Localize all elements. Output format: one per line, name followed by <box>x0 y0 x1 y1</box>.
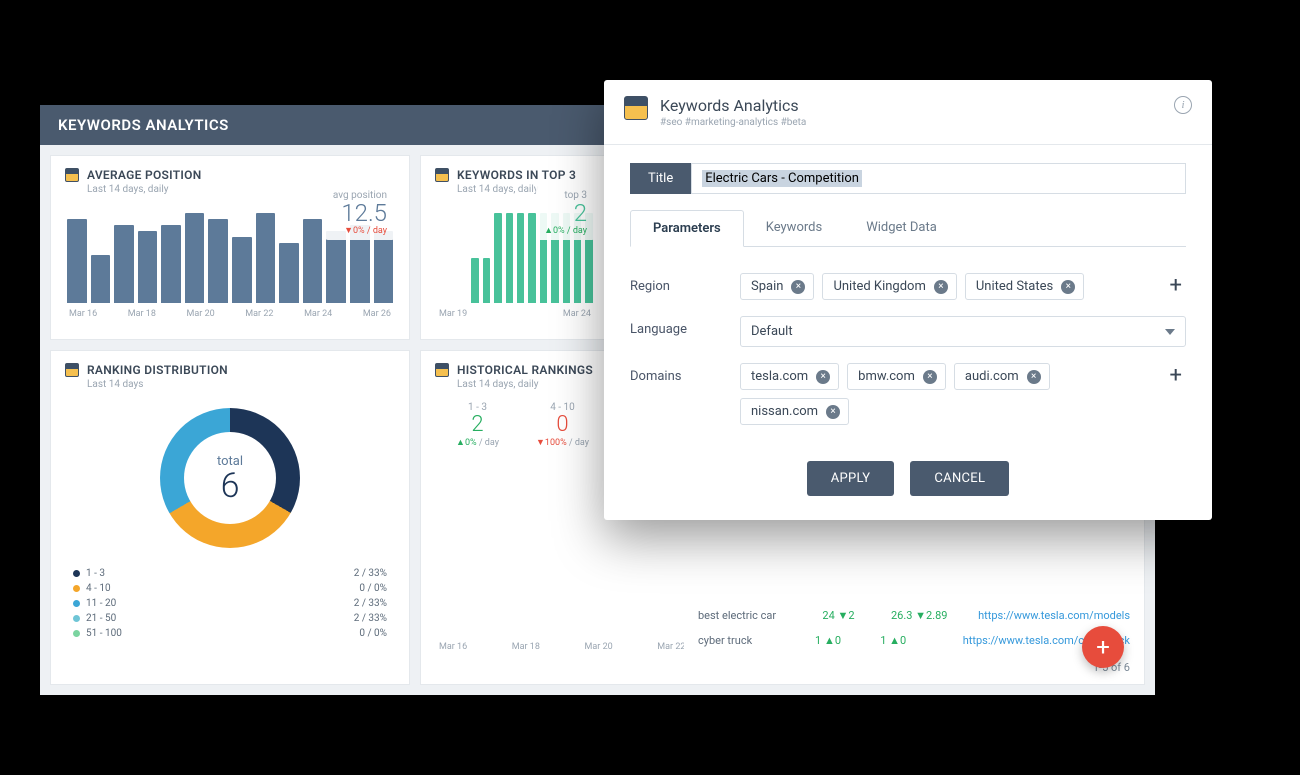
tab-parameters[interactable]: Parameters <box>630 210 744 247</box>
metric-box: top 3 2 ▲0% / day <box>536 186 595 240</box>
legend-item: 11 - 202 / 33% <box>65 596 395 611</box>
modal-keywords-analytics: Keywords Analytics #seo #marketing-analy… <box>604 80 1212 520</box>
remove-chip-icon[interactable]: × <box>1027 370 1041 384</box>
chip[interactable]: tesla.com× <box>740 363 839 390</box>
remove-chip-icon[interactable]: × <box>923 370 937 384</box>
legend-item: 1 - 32 / 33% <box>65 566 395 581</box>
widget-icon <box>65 168 79 182</box>
card-average-position: AVERAGE POSITION Last 14 days, daily avg… <box>50 155 410 340</box>
chip[interactable]: United Kingdom× <box>822 273 956 300</box>
card-title: AVERAGE POSITION <box>87 168 202 182</box>
legend-item: 4 - 100 / 0% <box>65 581 395 596</box>
chevron-down-icon <box>1165 329 1175 335</box>
card-ranking-distribution: RANKING DISTRIBUTION Last 14 days total … <box>50 350 410 685</box>
widget-icon <box>624 96 648 120</box>
param-label-region: Region <box>630 273 720 294</box>
param-label-domains: Domains <box>630 363 720 384</box>
legend-item: 51 - 1000 / 0% <box>65 626 395 641</box>
chart-xaxis: Mar 16Mar 18Mar 20Mar 22Mar 24Mar 26 <box>65 309 395 319</box>
card-top3: KEYWORDS IN TOP 3 Last 14 days, daily to… <box>420 155 610 340</box>
widget-icon <box>435 168 449 182</box>
remove-chip-icon[interactable]: × <box>826 405 840 419</box>
tab-keywords[interactable]: Keywords <box>744 210 844 246</box>
title-field-label: Title <box>630 163 691 194</box>
remove-chip-icon[interactable]: × <box>934 280 948 294</box>
region-chips: Spain× United Kingdom× United States× <box>740 273 1146 300</box>
info-icon[interactable]: i <box>1174 96 1192 114</box>
chart-xaxis: Mar 19Mar 24 <box>435 309 595 319</box>
chip[interactable]: United States× <box>965 273 1084 300</box>
modal-tags: #seo #marketing-analytics #beta <box>660 117 806 128</box>
card-title: HISTORICAL RANKINGS <box>457 363 593 377</box>
widget-icon <box>435 363 449 377</box>
table-row: best electric car24 ▼226.3 ▼2.89https://… <box>698 603 1130 628</box>
chip[interactable]: Spain× <box>740 273 814 300</box>
add-domain-button[interactable]: + <box>1166 363 1186 388</box>
pager: 1-5 of 6 <box>698 653 1130 674</box>
domain-chips: tesla.com× bmw.com× audi.com× nissan.com× <box>740 363 1100 425</box>
legend: 1 - 32 / 33%4 - 100 / 0%11 - 202 / 33%21… <box>65 566 395 641</box>
chip[interactable]: audi.com× <box>954 363 1050 390</box>
language-select[interactable]: Default <box>740 316 1186 347</box>
keyword-table: best electric car24 ▼226.3 ▼2.89https://… <box>684 593 1144 684</box>
legend-item: 21 - 502 / 33% <box>65 611 395 626</box>
chip[interactable]: nissan.com× <box>740 398 849 425</box>
param-label-language: Language <box>630 316 720 337</box>
card-title: RANKING DISTRIBUTION <box>87 363 228 377</box>
remove-chip-icon[interactable]: × <box>816 370 830 384</box>
metric-box: avg position 12.5 ▼0% / day <box>325 186 395 240</box>
widget-icon <box>65 363 79 377</box>
tabs: Parameters Keywords Widget Data <box>630 210 1186 247</box>
add-region-button[interactable]: + <box>1166 273 1186 298</box>
card-subtitle: Last 14 days <box>87 379 395 390</box>
donut-chart: total 6 <box>160 408 300 548</box>
fab-add-button[interactable]: + <box>1082 626 1124 668</box>
modal-title: Keywords Analytics <box>660 96 806 115</box>
cancel-button[interactable]: CANCEL <box>910 461 1009 496</box>
remove-chip-icon[interactable]: × <box>1061 280 1075 294</box>
apply-button[interactable]: APPLY <box>807 461 895 496</box>
card-title: KEYWORDS IN TOP 3 <box>457 168 576 182</box>
table-row: cyber truck1 ▲01 ▲0https://www.tesla.com… <box>698 628 1130 653</box>
title-input[interactable]: Electric Cars - Competition <box>691 163 1186 194</box>
chip[interactable]: bmw.com× <box>847 363 946 390</box>
tab-widget-data[interactable]: Widget Data <box>844 210 959 246</box>
remove-chip-icon[interactable]: × <box>791 280 805 294</box>
